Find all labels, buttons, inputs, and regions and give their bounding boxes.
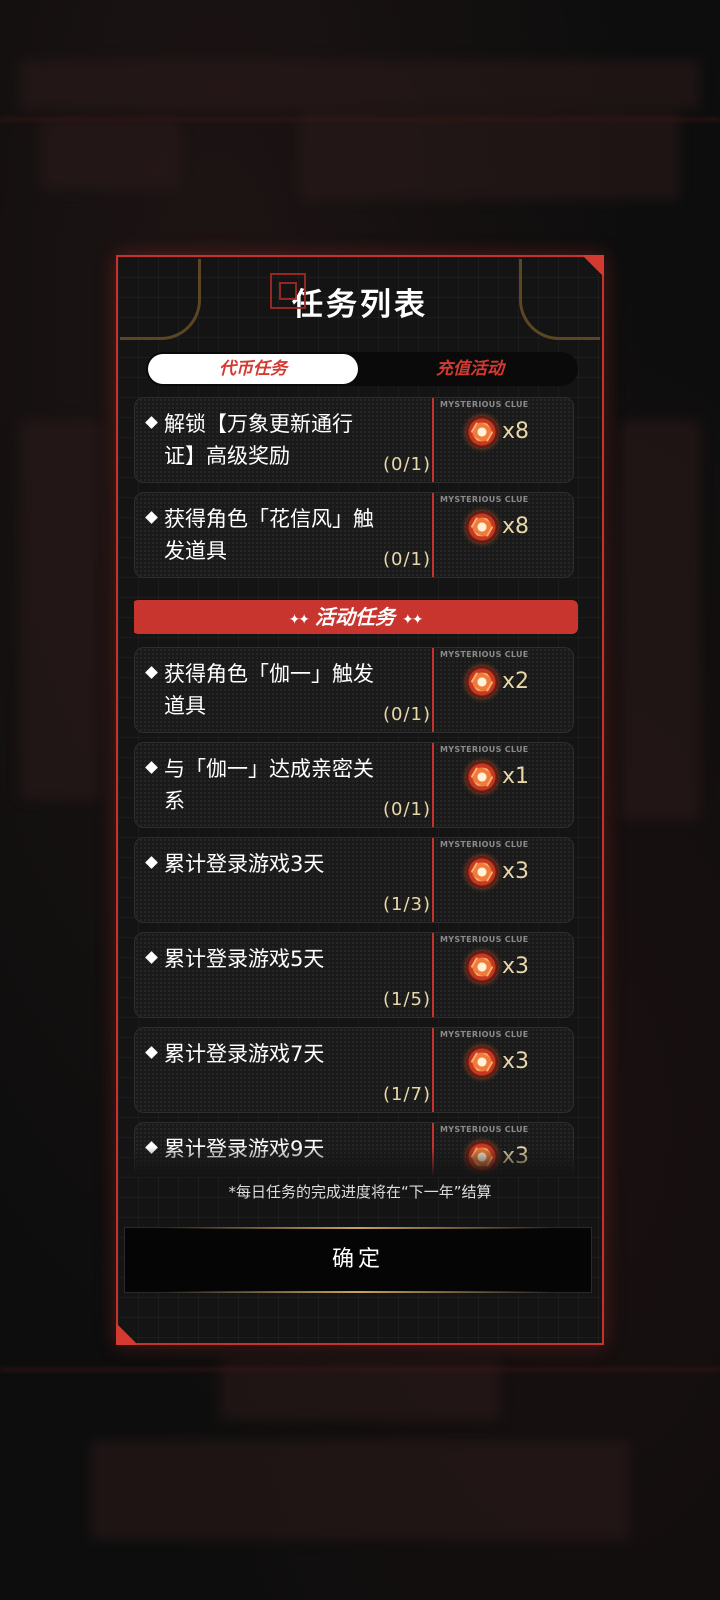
mysterious-clue-icon (466, 761, 498, 793)
task-progress: (0/1) (382, 704, 431, 725)
task-card: 与「伽一」达成亲密关 系 (0/1) MYSTERIOUS CLUE x1 (134, 742, 574, 828)
title-emblem-icon (270, 273, 306, 309)
mysterious-clue-icon (466, 416, 498, 448)
diamond-bullet-icon (145, 760, 158, 774)
task-title: 与「伽一」达成亲密关 (164, 757, 374, 781)
confirm-button[interactable]: 确定 (124, 1227, 592, 1293)
task-card: 累计登录游戏3天 (1/3) MYSTERIOUS CLUE x3 (134, 837, 574, 923)
task-title: 获得角色「花信风」触 (164, 507, 374, 531)
diamond-bullet-icon (145, 510, 158, 524)
dialog-title: 任务列表 (270, 273, 428, 324)
reward-label: MYSTERIOUS CLUE (440, 1030, 529, 1039)
diamond-bullet-icon (145, 855, 158, 869)
task-card: 解锁【万象更新通行 证】高级奖励 (0/1) MYSTERIOUS CLUE x… (134, 397, 574, 483)
reward-quantity: x3 (502, 954, 530, 979)
reward-quantity: x3 (502, 859, 530, 884)
corner-accent (116, 1323, 138, 1345)
tab-bar: 代币任务 充值活动 (146, 352, 578, 386)
diamond-bullet-icon (145, 665, 158, 679)
task-progress: (0/1) (382, 454, 431, 475)
task-reward: MYSTERIOUS CLUE x3 (434, 838, 573, 922)
task-title: 累计登录游戏7天 (164, 1042, 325, 1066)
task-reward: MYSTERIOUS CLUE x3 (434, 1028, 573, 1112)
reward-label: MYSTERIOUS CLUE (440, 495, 529, 504)
diamond-bullet-icon (145, 415, 158, 429)
mysterious-clue-icon (466, 511, 498, 543)
mysterious-clue-icon (466, 1046, 498, 1078)
tab-token-tasks[interactable]: 代币任务 (148, 354, 358, 384)
task-reward: MYSTERIOUS CLUE x3 (434, 933, 573, 1017)
reward-quantity: x8 (502, 514, 530, 539)
reward-label: MYSTERIOUS CLUE (440, 400, 529, 409)
sparkle-icon: ✦✦ (401, 612, 424, 628)
task-title-cont: 道具 (164, 694, 206, 718)
task-title: 累计登录游戏3天 (164, 852, 325, 876)
task-reward: MYSTERIOUS CLUE x8 (434, 493, 573, 577)
task-progress: (1/3) (382, 894, 431, 915)
reward-label: MYSTERIOUS CLUE (440, 935, 529, 944)
task-card: 累计登录游戏5天 (1/5) MYSTERIOUS CLUE x3 (134, 932, 574, 1018)
task-title: 获得角色「伽一」触发 (164, 662, 374, 686)
sparkle-icon: ✦✦ (288, 612, 311, 628)
mysterious-clue-icon (466, 666, 498, 698)
section-header-activity: ✦✦ 活动任务 ✦✦ (134, 600, 578, 634)
task-card: 累计登录游戏7天 (1/7) MYSTERIOUS CLUE x3 (134, 1027, 574, 1113)
tab-recharge-events[interactable]: 充值活动 (362, 352, 578, 386)
reward-quantity: x3 (502, 1049, 530, 1074)
diamond-bullet-icon (145, 950, 158, 964)
reward-label: MYSTERIOUS CLUE (440, 745, 529, 754)
reward-quantity: x8 (502, 419, 530, 444)
task-reward: MYSTERIOUS CLUE x8 (434, 398, 573, 482)
task-title-cont: 系 (164, 789, 185, 813)
mysterious-clue-icon (466, 951, 498, 983)
task-title-cont: 证】高级奖励 (164, 444, 290, 468)
task-title: 累计登录游戏5天 (164, 947, 325, 971)
list-fade-overlay (134, 1147, 578, 1177)
task-list-dialog: 任务列表 代币任务 充值活动 解锁【万象更新通行 证】高级奖励 (0/1) MY… (116, 255, 604, 1345)
reward-quantity: x2 (502, 669, 530, 694)
task-reward: MYSTERIOUS CLUE x1 (434, 743, 573, 827)
mysterious-clue-icon (466, 856, 498, 888)
task-progress: (0/1) (382, 799, 431, 820)
reward-label: MYSTERIOUS CLUE (440, 840, 529, 849)
task-list[interactable]: 解锁【万象更新通行 证】高级奖励 (0/1) MYSTERIOUS CLUE x… (134, 397, 594, 1175)
task-progress: (1/5) (382, 989, 431, 1010)
diamond-bullet-icon (145, 1045, 158, 1059)
reward-quantity: x1 (502, 764, 530, 789)
task-progress: (1/7) (382, 1084, 431, 1105)
reward-label: MYSTERIOUS CLUE (440, 1125, 529, 1134)
reward-label: MYSTERIOUS CLUE (440, 650, 529, 659)
task-title-cont: 发道具 (164, 539, 227, 563)
task-title: 解锁【万象更新通行 (164, 412, 353, 436)
task-progress: (0/1) (382, 549, 431, 570)
task-reward: MYSTERIOUS CLUE x2 (434, 648, 573, 732)
task-card: 获得角色「花信风」触 发道具 (0/1) MYSTERIOUS CLUE x8 (134, 492, 574, 578)
footnote: *每日任务的完成进度将在“下一年”结算 (228, 1183, 492, 1201)
task-card: 获得角色「伽一」触发 道具 (0/1) MYSTERIOUS CLUE x2 (134, 647, 574, 733)
